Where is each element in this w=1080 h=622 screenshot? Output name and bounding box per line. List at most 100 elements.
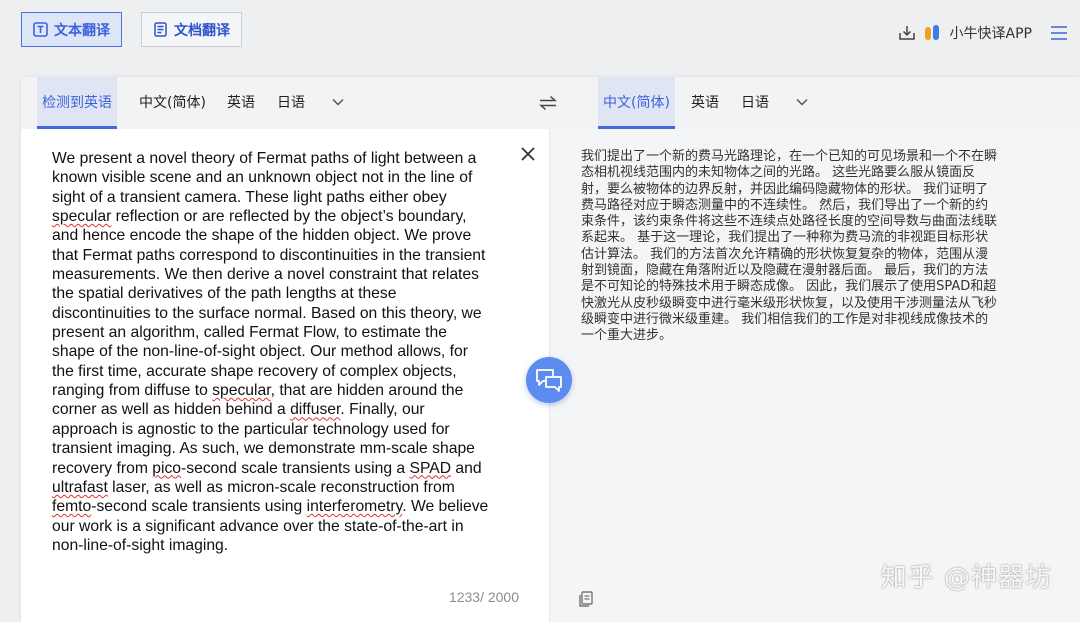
text-translate-button[interactable]: 文本翻译 <box>21 12 122 47</box>
document-translate-button[interactable]: 文档翻译 <box>141 12 242 47</box>
source-text-line: non-line-of-sight imaging. <box>52 536 520 555</box>
target-lang-english[interactable]: 英语 <box>691 77 719 129</box>
source-lang-chevron-down-icon[interactable] <box>331 95 345 109</box>
copy-icon[interactable] <box>577 590 595 608</box>
app-download-link[interactable]: 小牛快译APP <box>950 23 1032 43</box>
source-text-segment: and <box>451 459 482 477</box>
translated-text-line: 快激光从皮秒级瞬变中进行毫米级形状恢复，以及使用干涉测量法从飞秒 <box>581 295 998 311</box>
translated-text: 我们提出了一个新的费马光路理论，在一个已知的可见场景和一个不在瞬 态相机视线范围内… <box>581 149 1051 345</box>
source-text-line: present an algorithm, called Fermat Flow… <box>52 323 520 342</box>
source-text-segment: that Fermat paths correspond to disconti… <box>52 246 486 264</box>
target-lang-chevron-down-icon[interactable] <box>795 95 809 109</box>
source-text-segment: -second scale transients using <box>91 498 307 516</box>
source-text-line: femto-second scale transients using inte… <box>52 497 520 516</box>
source-text-segment: reflection or are reflected by the objec… <box>111 208 467 226</box>
source-text-area[interactable]: We present a novel theory of Fermat path… <box>21 129 550 622</box>
source-lang-japanese[interactable]: 日语 <box>277 77 305 129</box>
source-text-line: and hence encode the shape of the hidden… <box>52 226 520 245</box>
source-text-segment: We present a novel theory of Fermat path… <box>52 150 477 167</box>
clear-text-close-icon[interactable] <box>520 146 536 162</box>
misspelled-word: diffuser <box>290 401 341 419</box>
text-doc-icon <box>33 22 48 37</box>
source-text-segment: laser, as well as micron-scale reconstru… <box>107 478 455 496</box>
translated-text-line: 态相机视线范围内的未知物体之间的光路。 这些光路要么服从镜面反 <box>581 165 976 181</box>
source-text-segment: known visible scene and an unknown objec… <box>52 169 473 187</box>
source-text-line: corner as well as hidden behind a diffus… <box>52 400 520 419</box>
source-text-line: the first time, accurate shape recovery … <box>52 362 520 381</box>
source-text-line: that Fermat paths correspond to disconti… <box>52 246 520 265</box>
source-text[interactable]: We present a novel theory of Fermat path… <box>52 149 520 555</box>
source-text-segment: approach is agnostic to the particular t… <box>52 420 450 438</box>
source-lang-detected-tab[interactable]: 检测到英语 <box>37 77 117 129</box>
source-text-line: ranging from diffuse to specular, that a… <box>52 381 520 400</box>
source-text-segment: corner as well as hidden behind a <box>52 401 291 419</box>
target-lang-japanese[interactable]: 日语 <box>741 77 769 129</box>
source-text-line: our work is a significant advance over t… <box>52 517 520 536</box>
misspelled-word: specular <box>52 208 112 226</box>
misspelled-word: femto <box>52 498 92 516</box>
source-text-line: transient imaging. As such, we demonstra… <box>52 439 520 458</box>
feedback-chat-button[interactable] <box>526 357 572 403</box>
source-text-line: approach is agnostic to the particular t… <box>52 420 520 439</box>
translated-text-line: 估计算法。 我们的方法首次允许精确的形状恢复复杂的物体，范围从漫 <box>581 246 989 262</box>
translated-text-line: 费马路径对应于瞬态测量中的不连续性。 然后，我们导出了一个新的约 <box>581 197 989 213</box>
source-text-line: specular reflection or are reflected by … <box>52 207 520 226</box>
translated-text-line: 一个重大进步。 <box>581 328 673 344</box>
source-text-line: ultrafast laser, as well as micron-scale… <box>52 478 520 497</box>
source-text-segment: non-line-of-sight imaging. <box>52 536 229 554</box>
source-text-segment: , that are hidden around the <box>270 382 464 400</box>
translated-text-line: 是不可知论的特殊技术用于瞬态成像。 因此，我们展示了使用SPAD和超 <box>581 279 997 295</box>
source-text-segment: the spatial derivatives of the path leng… <box>52 285 397 303</box>
source-text-line: We present a novel theory of Fermat path… <box>52 149 520 168</box>
watermark: 知乎 @神器坊 <box>880 563 1052 593</box>
translated-text-line: 射，要么被物体的边界反射，并因此编码隐藏物体的形状。 我们证明了 <box>581 181 989 197</box>
translated-text-line: 射到镜面，隐藏在角落附近以及隐藏在漫射器后面。 最后，我们的方法 <box>581 263 989 279</box>
source-text-line: recovery from pico-second scale transien… <box>52 459 520 478</box>
translation-output-area: 我们提出了一个新的费马光路理论，在一个已知的可见场景和一个不在瞬 态相机视线范围内… <box>550 129 1080 622</box>
top-right-actions: 小牛快译APP <box>898 20 1068 46</box>
source-text-line: shape of the non-line-of-sight object. O… <box>52 342 520 361</box>
text-translate-label: 文本翻译 <box>54 22 110 39</box>
app-logo-icon <box>924 25 939 40</box>
source-text-segment: . We believe <box>402 498 489 516</box>
source-text-segment: the first time, accurate shape recovery … <box>52 362 457 380</box>
source-text-segment: . Finally, our <box>340 401 425 419</box>
translated-text-line: 我们提出了一个新的费马光路理论，在一个已知的可见场景和一个不在瞬 <box>581 149 998 164</box>
source-lang-english[interactable]: 英语 <box>227 77 255 129</box>
source-text-segment: shape of the non-line-of-sight object. O… <box>52 343 468 361</box>
source-lang-chinese[interactable]: 中文(简体) <box>139 77 206 129</box>
source-text-segment: transient imaging. As such, we demonstra… <box>52 440 475 458</box>
target-lang-chinese-tab[interactable]: 中文(简体) <box>598 77 675 129</box>
language-bar: 检测到英语 中文(简体) 英语 日语 中文(简体) 英语 日语 <box>21 77 1080 129</box>
swap-languages-icon[interactable] <box>538 94 558 112</box>
translated-text-line: 级瞬变中进行微米级重建。 我们相信我们的工作是对非视线成像技术的 <box>581 311 989 327</box>
source-text-segment: and hence encode the shape of the hidden… <box>52 227 472 245</box>
translated-text-line: 束条件，该约束条件将这些不连续点处路径长度的空间导数与曲面法线联 <box>581 214 998 230</box>
source-text-line: sight of a transient camera. These light… <box>52 188 520 207</box>
source-text-segment: -second scale transients using a <box>181 459 410 477</box>
chat-bubbles-icon <box>536 369 562 392</box>
source-text-segment: our work is a significant advance over t… <box>52 517 464 535</box>
hamburger-menu-icon[interactable] <box>1050 25 1068 41</box>
download-icon[interactable] <box>898 24 916 42</box>
translation-panel: 检测到英语 中文(简体) 英语 日语 中文(简体) 英语 日语 We prese… <box>21 77 1080 622</box>
document-translate-label: 文档翻译 <box>174 22 230 39</box>
misspelled-word: ultrafast <box>52 478 108 496</box>
source-text-line: measurements. We then derive a novel con… <box>52 265 520 284</box>
source-text-segment: sight of a transient camera. These light… <box>52 188 447 206</box>
source-text-segment: ranging from diffuse to <box>52 382 213 400</box>
source-text-segment: measurements. We then derive a novel con… <box>52 266 479 284</box>
document-icon <box>154 22 167 37</box>
translated-text-line: 系起来。 基于这一理论，我们提出了一种称为费马流的非视距目标形状 <box>581 230 989 246</box>
misspelled-word: pico <box>152 459 182 477</box>
source-text-line: known visible scene and an unknown objec… <box>52 168 520 187</box>
character-count: 1233/ 2000 <box>448 589 519 605</box>
source-text-line: discontinuities to the surface normal. B… <box>52 304 520 323</box>
misspelled-word: specular <box>212 382 271 400</box>
source-text-segment: present an algorithm, called Fermat Flow… <box>52 324 447 342</box>
source-text-line: the spatial derivatives of the path leng… <box>52 284 520 303</box>
misspelled-word: SPAD <box>409 459 452 477</box>
source-text-segment: recovery from <box>52 459 153 477</box>
misspelled-word: interferometry <box>306 498 403 516</box>
source-text-segment: discontinuities to the surface normal. B… <box>52 304 482 322</box>
